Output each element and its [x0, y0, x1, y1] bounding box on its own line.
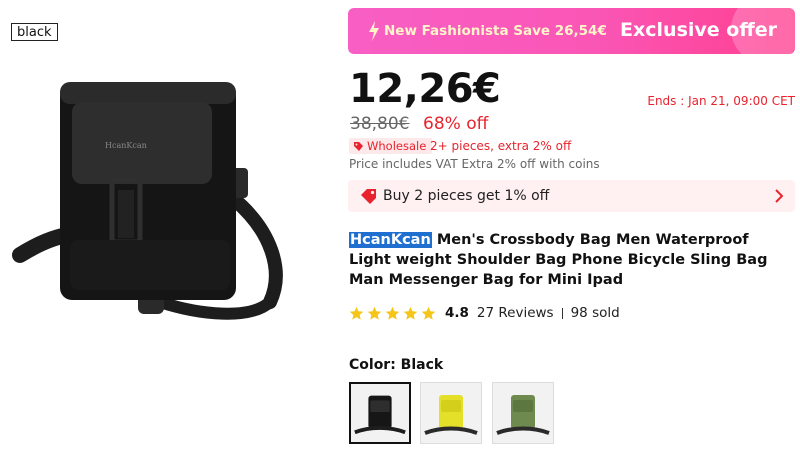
promo-text: New Fashionista Save 26,54€ — [384, 23, 607, 39]
vat-note: Price includes VAT Extra 2% off with coi… — [349, 157, 600, 171]
star-icon — [421, 306, 436, 320]
divider — [561, 307, 563, 319]
brand-name: HcanKcan — [349, 232, 432, 248]
star-icon — [367, 306, 382, 320]
tag-icon — [354, 141, 363, 151]
original-price: 38,80€ — [350, 114, 410, 134]
star-icon — [349, 306, 364, 320]
exclusive-offer-label: Exclusive offer — [620, 19, 777, 41]
color-swatch-yellow[interactable] — [420, 382, 482, 444]
svg-text:HcanKcan: HcanKcan — [105, 141, 147, 150]
rating-value: 4.8 — [445, 305, 469, 321]
product-title: HcanKcan Men's Crossbody Bag Men Waterpr… — [349, 230, 789, 290]
wholesale-badge: Wholesale — [349, 138, 433, 154]
star-icon — [403, 306, 418, 320]
sold-count: 98 sold — [570, 305, 620, 321]
current-price: 12,26€ — [349, 66, 501, 112]
product-main-image[interactable]: HcanKcan — [0, 40, 330, 340]
black-bag-thumbnail — [351, 384, 409, 442]
price-tag-icon — [361, 189, 376, 204]
chevron-right-icon — [775, 189, 783, 203]
promo-banner[interactable]: New Fashionista Save 26,54€ Exclusive of… — [348, 8, 795, 54]
discount-percent: 68% off — [423, 114, 489, 134]
color-swatch-green[interactable] — [492, 382, 554, 444]
rating-row: 4.8 27 Reviews 98 sold — [349, 304, 620, 322]
sale-end-time: Ends : Jan 21, 09:00 CET — [647, 94, 795, 108]
green-bag-thumbnail — [493, 383, 553, 443]
color-label: Color: Black — [349, 357, 444, 373]
variant-label: black — [11, 23, 58, 41]
yellow-bag-thumbnail — [421, 383, 481, 443]
star-rating — [349, 306, 436, 321]
bundle-offer-text: Buy 2 pieces get 1% off — [383, 188, 550, 204]
color-swatch-black[interactable] — [349, 382, 411, 444]
star-icon — [385, 306, 400, 320]
wholesale-badge-label: Wholesale — [367, 139, 427, 153]
lightning-icon — [369, 21, 379, 41]
reviews-link[interactable]: 27 Reviews — [477, 305, 554, 321]
wholesale-note: 2+ pieces, extra 2% off — [430, 139, 572, 153]
bundle-offer-bar[interactable]: Buy 2 pieces get 1% off — [348, 180, 795, 212]
